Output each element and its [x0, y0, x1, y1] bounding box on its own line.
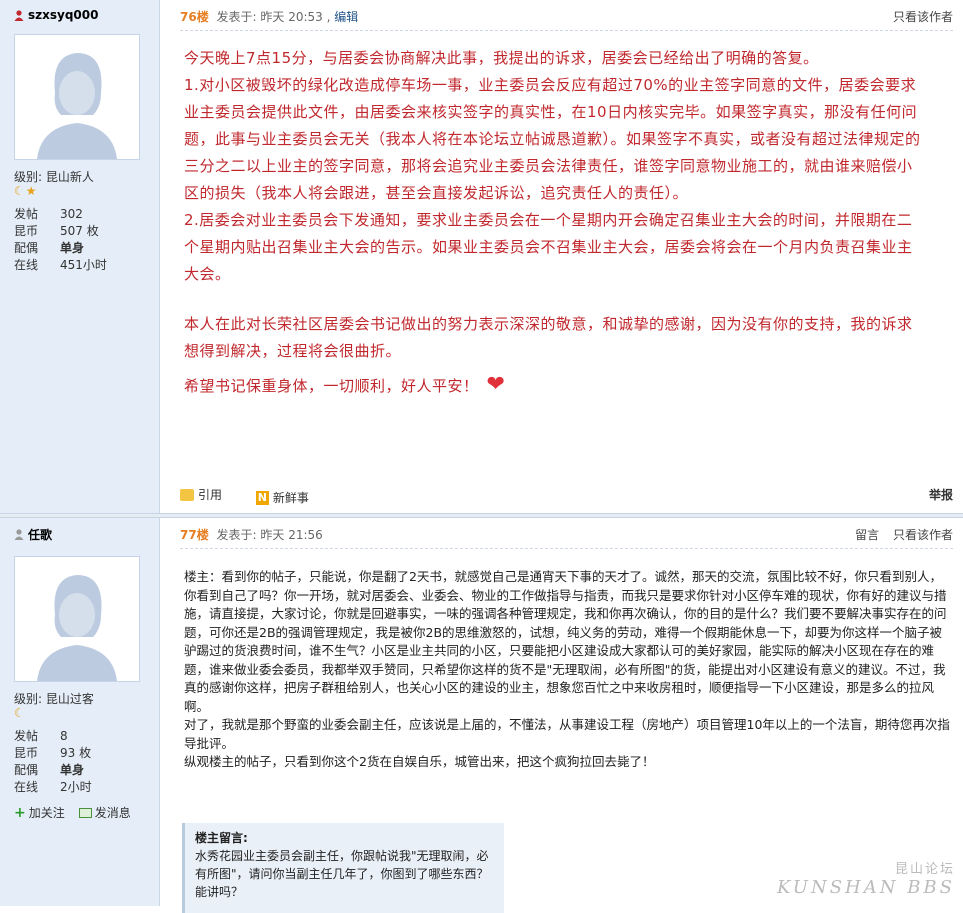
post-content: 楼主：看到你的帖子，只能说，你是翻了2天书，就感觉自己是通宵天下事的天才了。诚然… — [184, 568, 954, 772]
rank-stars-icon: ☾★ — [14, 184, 38, 198]
message-label: 发消息 — [94, 806, 131, 820]
user-level: 级别: 昆山过客 — [14, 692, 94, 706]
news-icon: N — [255, 490, 269, 505]
avatar[interactable] — [14, 34, 140, 160]
post-content: 今天晚上7点15分，与居委会协商解决此事，我提出的诉求，居委会已经给出了明确的答… — [184, 45, 924, 400]
post-header: 77楼 发表于: 昨天 21:56 留言 只看该作者 — [180, 526, 953, 544]
content-paragraph: 希望书记保重身体，一切顺利，好人平安！ ❤ — [184, 371, 924, 400]
content-paragraph: 对了，我就是那个野蛮的业委会副主任，应该说是上届的，不懂法，从事建设工程（房地产… — [184, 717, 950, 751]
message-button[interactable]: 发消息 — [78, 804, 131, 821]
username-text[interactable]: 任歌 — [28, 526, 52, 543]
content-paragraph: 纵观楼主的帖子，只看到你这个2货在自娱自乐，城管出来，把这个疯狗拉回去毙了！ — [184, 754, 655, 769]
leave-message-link[interactable]: 留言 — [855, 528, 879, 542]
divider — [180, 30, 953, 31]
user-sidebar: szxsyq000 级别: 昆山新人 ☾★ 发帖 302 昆币 507 枚 配偶 单身… — [0, 0, 160, 513]
only-author-link[interactable]: 只看该作者 — [893, 10, 953, 24]
site-watermark: 昆山论坛 KUNSHAN BBS — [777, 858, 955, 898]
stat-value: 93 枚 — [60, 746, 92, 760]
plus-icon: + — [14, 804, 26, 821]
user-level: 级别: 昆山新人 — [14, 170, 94, 184]
news-label: 新鲜事 — [272, 491, 309, 505]
post-77: 任歌 级别: 昆山过客 ☾ 发帖 8 昆币 93 枚 配偶 单身 在线 2小时 + 加关注… — [0, 518, 963, 913]
floor-number[interactable]: 77楼 — [180, 528, 209, 542]
stat-value: 单身 — [60, 241, 85, 255]
news-button[interactable]: N 新鲜事 — [255, 489, 309, 506]
post-main: 77楼 发表于: 昨天 21:56 留言 只看该作者 楼主：看到你的帖子，只能说… — [160, 518, 963, 913]
closing-line: 希望书记保重身体，一切顺利，好人平安！ — [184, 377, 479, 395]
content-paragraph: 今天晚上7点15分，与居委会协商解决此事，我提出的诉求，居委会已经给出了明确的答… — [184, 49, 819, 67]
author-note-box: 楼主留言: 水秀花园业主委员会副主任，你跟帖说我"无理取闹，必有所图"，请问你当… — [182, 823, 504, 913]
stat-value: 单身 — [60, 763, 85, 777]
follow-label: 加关注 — [28, 806, 65, 820]
stat-value: 507 枚 — [60, 224, 99, 238]
stat-value: 302 — [60, 207, 83, 221]
follow-button[interactable]: + 加关注 — [14, 804, 65, 821]
user-sidebar: 任歌 级别: 昆山过客 ☾ 发帖 8 昆币 93 枚 配偶 单身 在线 2小时 + 加关注… — [0, 518, 160, 906]
user-stats: 发帖 302 昆币 507 枚 配偶 单身 在线 451小时 — [14, 206, 154, 274]
watermark-cn: 昆山论坛 — [894, 862, 955, 877]
stat-label: 配偶 — [14, 763, 39, 777]
watermark-en: KUNSHAN BBS — [776, 877, 955, 898]
edit-link[interactable]: 编辑 — [334, 10, 358, 24]
avatar[interactable] — [14, 556, 140, 682]
post-main: 76楼 发表于: 昨天 20:53 , 编辑 只看该作者 今天晚上7点15分，与… — [160, 0, 963, 513]
user-stats: 发帖 8 昆币 93 枚 配偶 单身 在线 2小时 — [14, 728, 154, 796]
post-time: 发表于: 昨天 20:53 — [216, 10, 323, 24]
content-paragraph: 2.居委会对业主委员会下发通知，要求业主委员会在一个星期内开会确定召集业主大会的… — [184, 211, 913, 283]
quote-icon — [180, 488, 194, 501]
stat-value: 2小时 — [60, 780, 92, 794]
stat-label: 在线 — [14, 780, 39, 794]
post-header: 76楼 发表于: 昨天 20:53 , 编辑 只看该作者 — [180, 8, 953, 26]
stat-label: 昆币 — [14, 224, 39, 238]
hearts-icon: ❤ — [486, 372, 506, 397]
post-actions: 引用 N 新鲜事 举报 — [180, 486, 953, 506]
stat-label: 在线 — [14, 258, 39, 272]
stat-label: 配偶 — [14, 241, 39, 255]
header-actions: 留言 只看该作者 — [845, 526, 953, 543]
note-title: 楼主留言: — [195, 831, 248, 845]
note-text: 水秀花园业主委员会副主任，你跟帖说我"无理取闹，必有所图"，请问你当副主任几年了… — [195, 849, 489, 899]
stat-label: 昆币 — [14, 746, 39, 760]
stat-label: 发帖 — [14, 729, 39, 743]
stat-value: 8 — [60, 729, 68, 743]
divider — [180, 548, 953, 549]
post-76: szxsyq000 级别: 昆山新人 ☾★ 发帖 302 昆币 507 枚 配偶 单身… — [0, 0, 963, 513]
username-link[interactable]: szxsyq000 — [14, 8, 98, 22]
username-text[interactable]: szxsyq000 — [28, 8, 98, 22]
post-time: 发表于: 昨天 21:56 — [216, 528, 323, 542]
envelope-icon — [78, 807, 92, 818]
quote-button[interactable]: 引用 — [180, 486, 222, 503]
content-paragraph: 1.对小区被毁坏的绿化改造成停车场一事，业主委员会反应有超过70%的业主签字同意… — [184, 76, 921, 202]
content-paragraph: 本人在此对长荣社区居委会书记做出的努力表示深深的敬意，和诚挚的感谢，因为没有你的… — [184, 315, 913, 360]
report-link[interactable]: 举报 — [929, 486, 953, 503]
only-author-link[interactable]: 只看该作者 — [893, 528, 953, 542]
content-paragraph: 楼主：看到你的帖子，只能说，你是翻了2天书，就感觉自己是通宵天下事的天才了。诚然… — [184, 569, 947, 714]
user-gender-icon — [14, 9, 24, 21]
user-gender-icon — [14, 529, 24, 540]
quote-label: 引用 — [198, 488, 223, 502]
user-actions: + 加关注 发消息 — [14, 804, 131, 821]
floor-number[interactable]: 76楼 — [180, 10, 209, 24]
stat-value: 451小时 — [60, 258, 107, 272]
username-link[interactable]: 任歌 — [14, 526, 52, 543]
header-actions: 只看该作者 — [883, 8, 953, 25]
rank-moon-icon: ☾ — [14, 706, 26, 720]
stat-label: 发帖 — [14, 207, 39, 221]
